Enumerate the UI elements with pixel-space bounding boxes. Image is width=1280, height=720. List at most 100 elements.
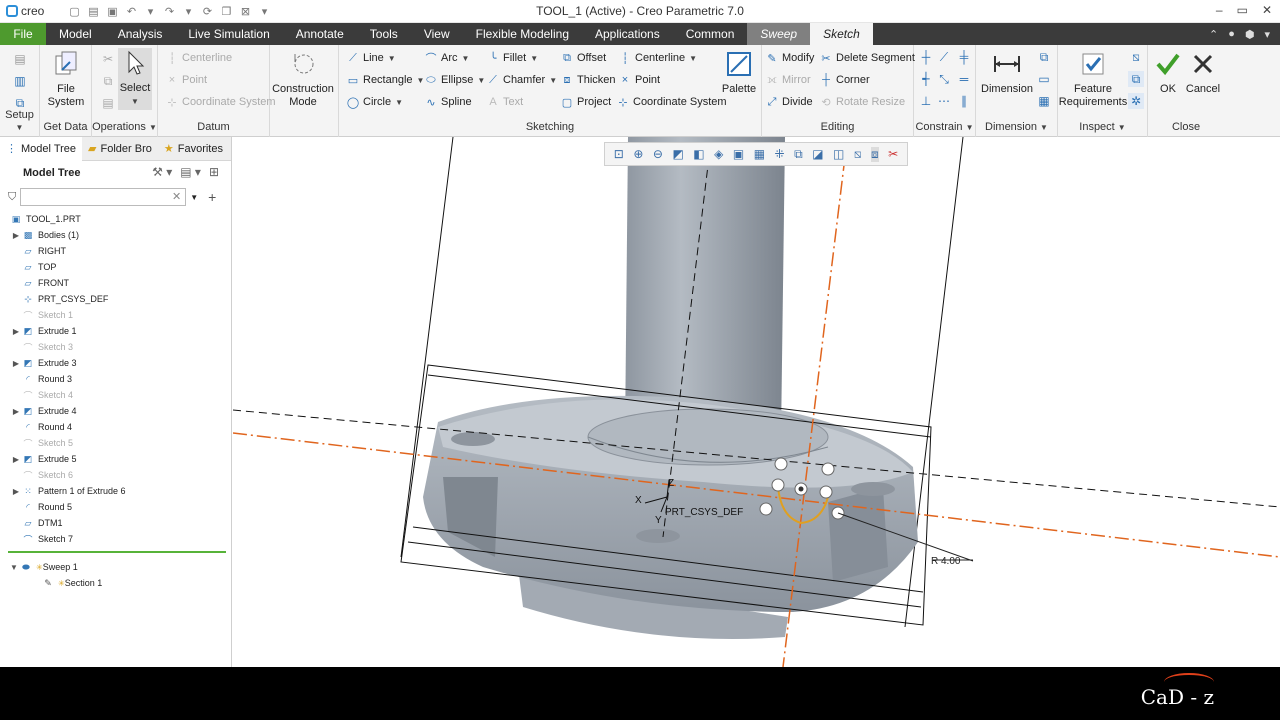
sketch-point-button[interactable]: × Point	[619, 71, 660, 89]
tab-sweep[interactable]: Sweep	[747, 23, 811, 45]
add-filter-icon[interactable]: +	[208, 189, 216, 205]
construction-mode-button[interactable]: Construction Mode	[272, 49, 334, 109]
tree-node[interactable]: ▶ ◩ Extrude 5	[0, 451, 230, 467]
group-label-constrain[interactable]: Constrain ▼	[914, 121, 975, 133]
tab-live-simulation[interactable]: Live Simulation	[175, 23, 282, 45]
tab-common[interactable]: Common	[673, 23, 748, 45]
save-icon[interactable]: ▣	[104, 3, 121, 20]
tree-node[interactable]: ⊹ PRT_CSYS_DEF	[0, 291, 230, 307]
tree-node[interactable]: ▱ RIGHT	[0, 243, 230, 259]
windows-icon[interactable]: ❐	[218, 3, 235, 20]
select-button[interactable]: Select ▼	[118, 48, 152, 110]
tree-columns-icon[interactable]: ▤ ▾	[180, 165, 201, 179]
tree-node[interactable]: ⌒ Sketch 4	[0, 387, 230, 403]
expand-icon[interactable]: ▶	[10, 327, 22, 336]
customize-qat-icon[interactable]: ▾	[256, 3, 273, 20]
shade-closed-loops-icon[interactable]: ✲	[1128, 93, 1144, 109]
divide-button[interactable]: ⤢ Divide	[766, 93, 813, 111]
project-button[interactable]: ▢ Project	[561, 93, 611, 111]
tree-node[interactable]: ◜ Round 4	[0, 419, 230, 435]
group-label-dimension[interactable]: Dimension ▼	[976, 121, 1057, 133]
zoom-in-icon[interactable]: ⊕	[633, 147, 643, 161]
datum-display-icon[interactable]: ⁜	[775, 147, 785, 161]
spline-button[interactable]: ∿ Spline	[425, 93, 471, 111]
rotate-resize-button[interactable]: ⟲ Rotate Resize	[820, 93, 905, 111]
annotation-display-icon[interactable]: ⧉	[794, 147, 803, 162]
tree-node[interactable]: ▶ ▩ Bodies (1)	[0, 227, 230, 243]
collapse-ribbon-icon[interactable]: ⌃	[1209, 28, 1218, 41]
tab-tools[interactable]: Tools	[357, 23, 411, 45]
midpoint-constraint-icon[interactable]: ╪	[956, 49, 972, 65]
tab-applications[interactable]: Applications	[582, 23, 673, 45]
overlapping-geometry-icon[interactable]: ⧉	[1128, 71, 1144, 87]
expand-icon[interactable]: ▶	[10, 231, 22, 240]
arc-button[interactable]: ⌒ Arc ▼	[425, 49, 470, 67]
sketch-csys-button[interactable]: ⊹ Coordinate System	[617, 93, 726, 111]
perspective-icon[interactable]: ⧈	[871, 146, 879, 162]
tab-favorites[interactable]: ★ Favorites	[158, 137, 229, 161]
tree-node[interactable]: ⌒ Sketch 7	[0, 531, 230, 547]
close-window-icon[interactable]: ⊠	[237, 3, 254, 20]
tree-node[interactable]: ▣ TOOL_1.PRT	[0, 211, 230, 227]
help-center-icon[interactable]: ⬢	[1245, 28, 1255, 41]
file-system-button[interactable]: File System	[46, 49, 86, 109]
circle-button[interactable]: ◯ Circle ▼	[347, 93, 403, 111]
model-view[interactable]: R 4.00 X Z Y PRT_CSYS_DEF	[233, 137, 1280, 667]
cancel-button[interactable]: Cancel	[1186, 49, 1220, 96]
graphics-window[interactable]: R 4.00 X Z Y PRT_CSYS_DEF	[233, 137, 1280, 667]
close-icon[interactable]: ✕	[1262, 3, 1272, 17]
perpendicular-constraint-icon[interactable]: ⊥	[918, 93, 934, 109]
tab-file[interactable]: File	[0, 23, 46, 45]
help-dropdown-icon[interactable]: ▾	[1264, 28, 1270, 41]
corner-button[interactable]: ┼ Corner	[820, 71, 870, 89]
display-style-icon[interactable]: ▣	[733, 147, 744, 161]
tree-settings-icon[interactable]: ⚒ ▾	[152, 165, 172, 179]
tree-node[interactable]: ▱ FRONT	[0, 275, 230, 291]
chamfer-button[interactable]: ⟋ Chamfer ▼	[487, 71, 557, 89]
search-dropdown-icon[interactable]: ▼	[190, 193, 198, 202]
horizontal-constraint-icon[interactable]: ┽	[918, 71, 934, 87]
tab-annotate[interactable]: Annotate	[283, 23, 357, 45]
expand-icon[interactable]: ▶	[10, 455, 22, 464]
rectangle-button[interactable]: ▭ Rectangle ▼	[347, 71, 425, 89]
tree-filter-settings-icon[interactable]: ⊞	[209, 165, 219, 179]
parallel-constraint-icon[interactable]: ∥	[956, 93, 972, 109]
tree-node[interactable]: ◜ Round 5	[0, 499, 230, 515]
tree-node-section[interactable]: ✎ ✳ Section 1	[0, 575, 230, 591]
redo-icon[interactable]: ↷	[161, 3, 178, 20]
modify-button[interactable]: ✎ Modify	[766, 49, 814, 67]
saved-orientations-icon[interactable]: ◈	[714, 147, 723, 161]
tab-analysis[interactable]: Analysis	[105, 23, 176, 45]
search-input[interactable]: ✕	[20, 188, 187, 206]
symmetric-constraint-icon[interactable]: ⋯	[936, 93, 952, 109]
tab-model[interactable]: Model	[46, 23, 105, 45]
fillet-button[interactable]: ╰ Fillet ▼	[487, 49, 538, 67]
reorient-icon[interactable]: ◧	[693, 147, 704, 161]
undo-dropdown-icon[interactable]: ▾	[142, 3, 159, 20]
maximize-icon[interactable]: ▭	[1237, 3, 1248, 17]
highlight-icon[interactable]: ✂	[888, 147, 898, 161]
baseline-dim-icon[interactable]: ▭	[1036, 71, 1052, 87]
sketcher-display-filters-icon[interactable]: ⧅	[854, 147, 862, 162]
open-file-icon[interactable]: ▤	[85, 3, 102, 20]
tree-node[interactable]: ⌒ Sketch 5	[0, 435, 230, 451]
copy-icon[interactable]: ⧉	[100, 73, 116, 89]
thicken-button[interactable]: ⧈ Thicken	[561, 71, 616, 89]
tree-node-sweep[interactable]: ▼ ⬬ ✳ Sweep 1	[0, 559, 230, 575]
minimize-icon[interactable]: –	[1216, 3, 1223, 17]
tree-node[interactable]: ▱ DTM1	[0, 515, 230, 531]
spin-center-icon[interactable]: ◪	[812, 147, 823, 161]
line-button[interactable]: ⟋ Line ▼	[347, 49, 396, 67]
equal-constraint-icon[interactable]: ═	[956, 71, 972, 87]
mirror-button[interactable]: ⟗ Mirror	[766, 71, 811, 89]
dimension-button[interactable]: Dimension	[980, 49, 1034, 96]
undo-icon[interactable]: ↶	[123, 3, 140, 20]
repaint-icon[interactable]: ◩	[672, 147, 683, 161]
text-button[interactable]: A Text	[487, 93, 523, 111]
offset-button[interactable]: ⧉ Offset	[561, 49, 606, 67]
tree-node[interactable]: ◜ Round 3	[0, 371, 230, 387]
new-file-icon[interactable]: ▢	[66, 3, 83, 20]
cut-icon[interactable]: ✂	[100, 51, 116, 67]
tab-view[interactable]: View	[411, 23, 463, 45]
regenerate-icon[interactable]: ⟳	[199, 3, 216, 20]
